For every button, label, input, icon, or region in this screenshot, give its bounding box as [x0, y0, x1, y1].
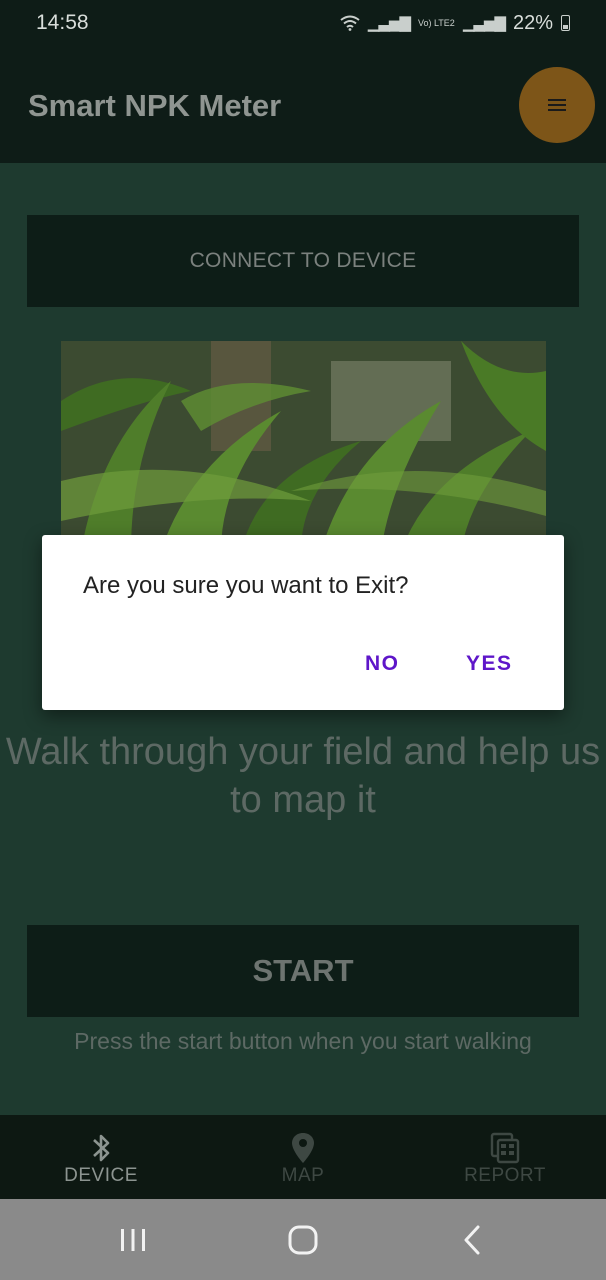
back-icon[interactable] — [453, 1221, 493, 1259]
bluetooth-icon — [93, 1134, 110, 1162]
map-pin-icon — [292, 1133, 314, 1163]
start-hint-text: Press the start button when you start wa… — [74, 1028, 532, 1054]
volte-label: Vo) LTE2 — [417, 17, 455, 28]
app-title: Smart NPK Meter — [28, 88, 282, 123]
status-icons: ▁▃▅▇ Vo) LTE2 ▁▃▅▇ 22% — [340, 12, 570, 35]
signal-icon: ▁▃▅▇ — [367, 15, 411, 32]
instruction-text: Walk through your field and help us to m… — [5, 731, 601, 821]
yes-button[interactable]: YES — [466, 652, 513, 676]
nav-item-device[interactable]: DEVICE — [0, 1115, 202, 1199]
nav-item-report[interactable]: REPORT — [404, 1115, 606, 1199]
wifi-icon — [340, 15, 360, 31]
field-image — [61, 341, 546, 551]
screen: 14:58 ▁▃▅▇ Vo) LTE2 ▁▃▅▇ 22% Smart NPK M… — [0, 0, 606, 1280]
connect-to-device-button[interactable]: CONNECT TO DEVICE — [27, 215, 579, 307]
bottom-navigation: DEVICE MAP REPORT — [0, 1115, 606, 1199]
nav-item-map[interactable]: MAP — [202, 1115, 404, 1199]
dialog-message: Are you sure you want to Exit? — [83, 572, 409, 599]
start-button[interactable]: START — [27, 925, 579, 1017]
menu-icon — [548, 99, 566, 111]
exit-dialog: Are you sure you want to Exit? NO YES — [42, 535, 564, 710]
nav-label-report: REPORT — [464, 1165, 546, 1186]
app-bar: Smart NPK Meter — [0, 46, 606, 163]
recents-icon[interactable] — [113, 1221, 153, 1259]
home-icon[interactable] — [283, 1221, 323, 1259]
battery-icon — [561, 15, 570, 31]
nav-label-device: DEVICE — [64, 1165, 138, 1186]
menu-button[interactable] — [519, 67, 595, 143]
status-bar: 14:58 ▁▃▅▇ Vo) LTE2 ▁▃▅▇ 22% — [0, 0, 606, 46]
no-button[interactable]: NO — [365, 652, 400, 676]
system-navigation-bar — [0, 1199, 606, 1280]
battery-level: 22% — [512, 11, 553, 34]
signal-icon-2: ▁▃▅▇ — [462, 15, 506, 32]
crop-leaves-illustration — [61, 341, 546, 551]
nav-label-map: MAP — [281, 1165, 325, 1186]
report-icon — [490, 1132, 520, 1164]
status-time: 14:58 — [36, 11, 89, 34]
